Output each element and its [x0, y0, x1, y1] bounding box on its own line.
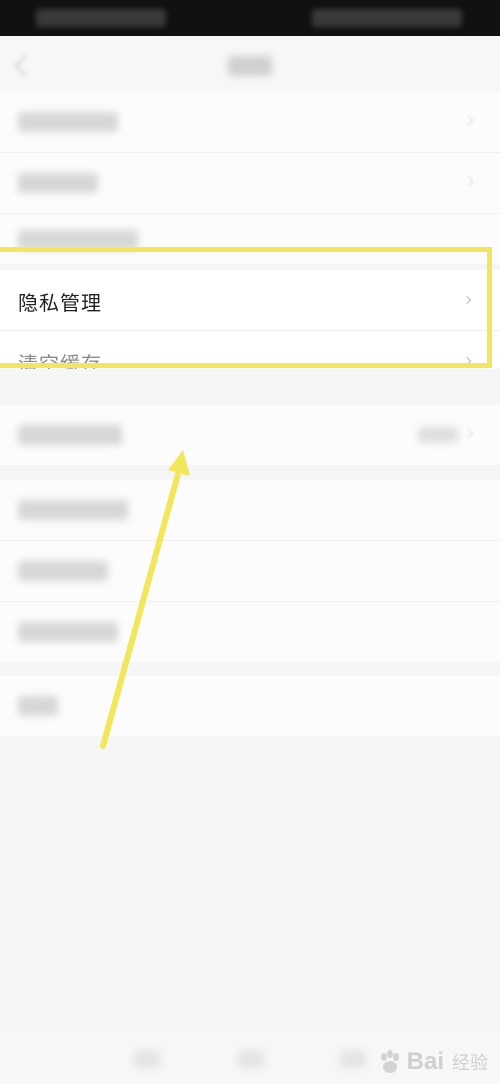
settings-row-label [18, 622, 118, 642]
status-right-info [312, 9, 462, 27]
settings-row-9[interactable] [0, 602, 500, 662]
clear-cache-row[interactable]: 清空缓存 [0, 331, 500, 369]
section-gap [0, 662, 500, 674]
settings-row-label [18, 173, 98, 193]
settings-row-6[interactable] [0, 405, 500, 465]
settings-row-label [18, 230, 138, 250]
status-bar [0, 0, 500, 36]
privacy-management-row[interactable]: 隐私管理 [0, 270, 500, 330]
settings-row-10[interactable] [0, 676, 500, 736]
paw-icon [380, 1050, 399, 1073]
settings-row-label [18, 500, 128, 520]
nav-item-icon[interactable] [134, 1050, 160, 1068]
settings-row-label [18, 112, 118, 132]
settings-row-label [18, 425, 122, 445]
watermark-subtitle: 经验 [452, 1053, 488, 1074]
baidu-watermark: Bai 经验 [377, 1048, 488, 1076]
chevron-right-icon [462, 295, 472, 305]
clear-cache-label: 清空缓存 [18, 352, 102, 369]
settings-row-3[interactable] [0, 214, 500, 264]
nav-item-icon[interactable] [340, 1050, 366, 1068]
settings-row-1[interactable] [0, 92, 500, 152]
status-left-info [36, 9, 166, 27]
chevron-right-icon [462, 356, 472, 366]
settings-row-label [18, 561, 108, 581]
privacy-management-label: 隐私管理 [18, 291, 102, 315]
page-title [228, 56, 272, 76]
section-gap [0, 466, 500, 478]
app-header [0, 36, 500, 98]
section-gap [0, 373, 500, 403]
settings-row-7[interactable] [0, 480, 500, 540]
settings-row-value [418, 427, 458, 443]
back-arrow-icon[interactable] [14, 54, 38, 78]
chevron-right-icon [463, 176, 474, 187]
watermark-brand: Bai [406, 1048, 444, 1075]
settings-row-8[interactable] [0, 541, 500, 601]
chevron-right-icon [463, 428, 474, 439]
nav-item-icon[interactable] [238, 1050, 264, 1068]
chevron-right-icon [463, 115, 474, 126]
settings-row-2[interactable] [0, 153, 500, 213]
settings-row-label [18, 696, 58, 716]
